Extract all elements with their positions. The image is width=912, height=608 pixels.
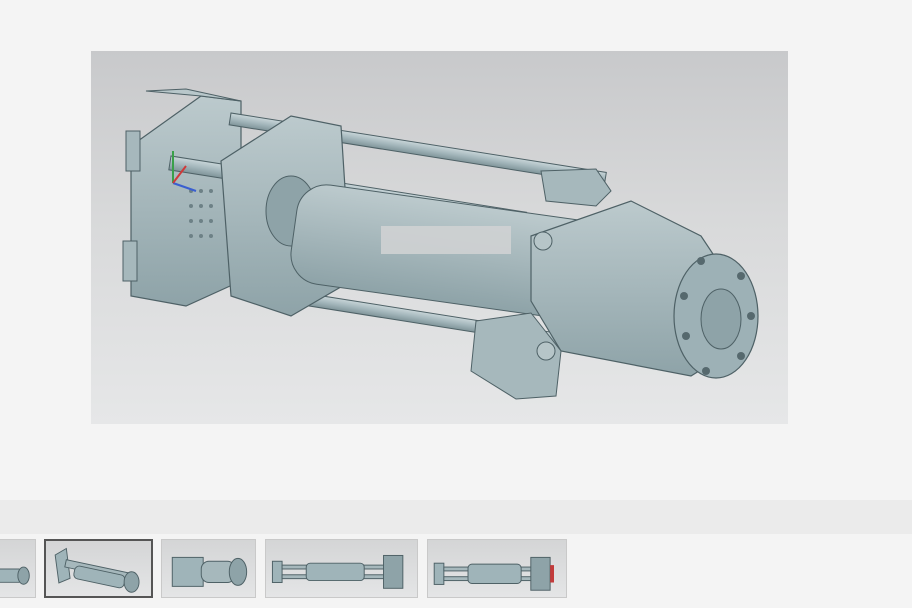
thumbnail-4[interactable] [265,539,418,598]
thumbnail-5[interactable] [427,539,567,598]
thumbnail-2[interactable] [44,539,153,598]
cad-view-partial-icon [0,566,30,585]
main-product-image[interactable] [91,51,788,424]
image-viewer [0,0,912,500]
thumbnail-header-bar [0,500,912,534]
cad-view-side-icon [271,554,404,589]
cad-view-isometric-icon [54,547,140,593]
thumbnail-3[interactable] [161,539,256,598]
cad-view-rear-icon [171,556,248,587]
thumbnail-1[interactable] [0,539,36,598]
thumbnail-strip [0,534,912,608]
cad-assembly-render-icon [122,88,759,400]
cad-view-top-icon [433,556,554,591]
